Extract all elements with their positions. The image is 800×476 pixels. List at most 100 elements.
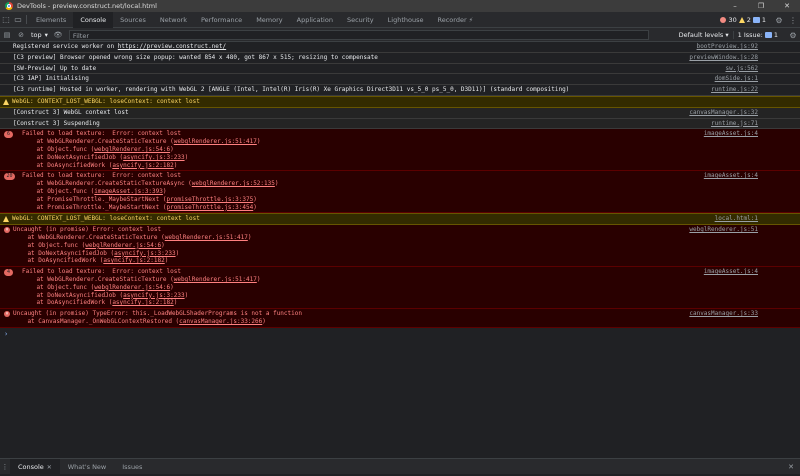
clear-console-icon[interactable]: ⊘	[14, 28, 28, 42]
message-text: [C3 IAP] Initialising	[13, 75, 89, 83]
warning-message[interactable]: WebGL: CONTEXT_LOST_WEBGL: loseContext: …	[0, 95, 800, 108]
message-line: [SW-Preview] Up to date	[13, 65, 720, 73]
log-levels-dropdown[interactable]: Default levels ▾	[679, 31, 729, 39]
source-link[interactable]: domSide.js:1	[715, 75, 758, 83]
tab-security[interactable]: Security	[340, 12, 381, 28]
error-message[interactable]: × Uncaught (in promise) Error: context lo…	[0, 225, 800, 268]
message-counts[interactable]: 30 2 1	[720, 16, 766, 24]
device-toolbar-icon[interactable]: ▭	[12, 12, 24, 28]
drawer-tab-issues[interactable]: Issues	[114, 459, 150, 475]
message-text: Failed to load texture: Error: context l…	[22, 172, 181, 180]
stack-link[interactable]: asyncify.js:2:182	[112, 162, 173, 169]
error-message[interactable]: 6 Failed to load texture: Error: context …	[0, 129, 800, 172]
log-message[interactable]: [SW-Preview] Up to date sw.js:562	[0, 63, 800, 75]
source-link[interactable]: runtime.js:22	[711, 86, 758, 94]
message-text: )	[170, 145, 174, 153]
more-options-icon[interactable]: ⋮	[786, 12, 800, 28]
stack-link[interactable]: asyncify.js:3:233	[123, 154, 184, 161]
stack-link[interactable]: webglRenderer.js:54:6	[94, 146, 170, 153]
repeat-count-badge: 4	[4, 268, 13, 276]
message-line: WebGL: CONTEXT_LOST_WEBGL: loseContext: …	[12, 215, 720, 223]
console-toolbar: ▤ ⊘ top ▾ 👁 Filter Default levels ▾ 1 Is…	[0, 28, 800, 42]
message-line: at CanvasManager._OnWebGLContextRestored…	[13, 318, 720, 326]
console-prompt[interactable]: ›	[0, 328, 800, 340]
log-message[interactable]: [Construct 3] WebGL context lost canvasMa…	[0, 107, 800, 119]
close-window-icon[interactable]: ✕	[774, 0, 800, 12]
sidebar-toggle-icon[interactable]: ▤	[0, 28, 14, 42]
tab-console[interactable]: Console	[73, 11, 114, 28]
tab-performance[interactable]: Performance	[194, 12, 249, 28]
error-message[interactable]: 4 Failed to load texture: Error: context …	[0, 267, 800, 310]
stack-link[interactable]: promiseThrottle.js:3:375	[167, 196, 254, 203]
live-expression-eye-icon[interactable]: 👁	[51, 28, 65, 42]
message-text: [SW-Preview] Up to date	[13, 64, 97, 72]
message-line: at Object.func (webglRenderer.js:54:6)	[22, 146, 720, 154]
log-message[interactable]: [C3 preview] Browser opened wrong size p…	[0, 52, 800, 64]
stack-link[interactable]: asyncify.js:3:233	[123, 292, 184, 299]
source-link[interactable]: previewWindow.js:28	[689, 54, 758, 62]
stack-link[interactable]: webglRenderer.js:51:417	[165, 234, 248, 241]
filter-input[interactable]: Filter	[68, 29, 649, 40]
close-tab-icon[interactable]: ✕	[45, 464, 52, 471]
source-link[interactable]: runtime.js:71	[711, 120, 758, 128]
source-link[interactable]: canvasManager.js:32	[689, 109, 758, 117]
message-text: )	[256, 275, 261, 283]
stack-link[interactable]: webglRenderer.js:54:6	[94, 284, 170, 291]
log-message[interactable]: [C3 runtime] Hosted in worker, rendering…	[0, 85, 800, 96]
stack-link[interactable]: imageAsset.js:3:393	[94, 188, 163, 195]
inspect-element-icon[interactable]: ⬚	[0, 12, 12, 28]
source-link[interactable]: imageAsset.js:4	[704, 130, 758, 138]
context-selector[interactable]: top ▾	[28, 31, 51, 39]
log-message[interactable]: Registered service worker on https://pre…	[0, 42, 800, 53]
restore-icon[interactable]: ❐	[748, 0, 774, 12]
message-text: at WebGLRenderer.CreateStaticTextureAsyn…	[22, 180, 192, 188]
source-link[interactable]: canvasManager.js:33	[689, 310, 758, 318]
close-drawer-icon[interactable]: ✕	[788, 459, 794, 475]
log-message[interactable]: [Construct 3] Suspending runtime.js:71	[0, 118, 800, 130]
source-link[interactable]: imageAsset.js:4	[704, 268, 758, 276]
message-text: Uncaught (in promise) Error: context los…	[13, 226, 162, 234]
minimize-icon[interactable]: –	[722, 0, 748, 12]
message-line: at DoNextAsyncifiedJob (asyncify.js:3:23…	[22, 292, 720, 300]
tab-memory[interactable]: Memory	[249, 12, 289, 28]
stack-link[interactable]: promiseThrottle.js:3:454	[167, 204, 254, 211]
stack-link[interactable]: asyncify.js:3:233	[114, 250, 175, 257]
stack-link[interactable]: webglRenderer.js:54:6	[85, 242, 161, 249]
message-text: at WebGLRenderer.CreateStaticTexture (	[13, 233, 165, 241]
stack-link[interactable]: webglRenderer.js:52:135	[192, 180, 275, 187]
error-message[interactable]: 20 Failed to load texture: Error: context…	[0, 171, 800, 214]
tab-sources[interactable]: Sources	[113, 12, 153, 28]
drawer-tab-console[interactable]: Console ✕	[10, 458, 60, 475]
settings-gear-icon[interactable]: ⚙	[772, 12, 786, 28]
source-link[interactable]: imageAsset.js:4	[704, 172, 758, 180]
stack-link[interactable]: canvasManager.js:33:266	[179, 318, 262, 325]
window-title: DevTools - preview.construct.net/local.h…	[17, 2, 157, 10]
message-text: )	[256, 138, 261, 146]
source-link[interactable]: bootPreview.js:92	[697, 43, 758, 51]
message-text: Uncaught (in promise) TypeError: this._L…	[13, 310, 302, 318]
tab-recorder[interactable]: Recorder ⚡	[430, 12, 480, 28]
console-messages[interactable]: Registered service worker on https://pre…	[0, 42, 800, 458]
stack-link[interactable]: https://preview.construct.net/	[118, 43, 226, 50]
stack-link[interactable]: webglRenderer.js:51:417	[174, 138, 257, 145]
tab-elements[interactable]: Elements	[29, 12, 73, 28]
console-settings-gear-icon[interactable]: ⚙	[786, 27, 800, 43]
drawer-menu-icon[interactable]: ⋮	[0, 463, 10, 471]
log-message[interactable]: [C3 IAP] Initialising domSide.js:1	[0, 74, 800, 86]
stack-link[interactable]: asyncify.js:2:182	[112, 299, 173, 306]
message-text: at DoAsyncifiedWork (	[22, 299, 113, 307]
stack-link[interactable]: asyncify.js:2:182	[103, 257, 164, 264]
tab-application[interactable]: Application	[290, 12, 340, 28]
issues-button[interactable]: 1 Issue: 1	[732, 31, 782, 39]
tab-network[interactable]: Network	[153, 12, 194, 28]
source-link[interactable]: sw.js:562	[725, 65, 758, 73]
error-message[interactable]: × Uncaught (in promise) TypeError: this._…	[0, 309, 800, 328]
warning-count: 2	[746, 16, 751, 24]
tab-lighthouse[interactable]: Lighthouse	[381, 12, 431, 28]
message-text: at DoNextAsyncifiedJob (	[22, 291, 124, 299]
warning-message[interactable]: WebGL: CONTEXT_LOST_WEBGL: loseContext: …	[0, 213, 800, 226]
source-link[interactable]: webglRenderer.js:51	[689, 226, 758, 234]
stack-link[interactable]: webglRenderer.js:51:417	[174, 276, 257, 283]
drawer-tab-what-s-new[interactable]: What's New	[60, 459, 115, 475]
source-link[interactable]: local.html:1	[715, 215, 758, 223]
